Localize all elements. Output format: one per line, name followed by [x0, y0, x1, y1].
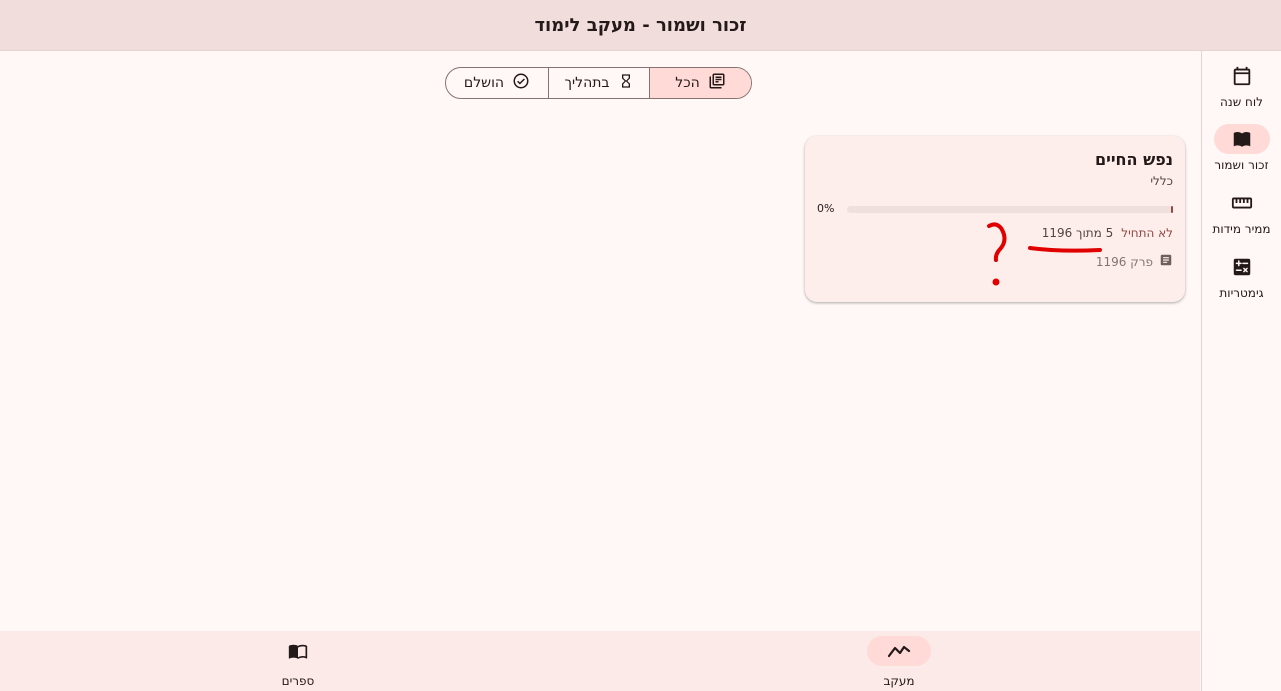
bottom-nav-label: מעקב	[883, 674, 915, 688]
progress-percent: 0%	[817, 202, 835, 215]
chapters-count: 1196 פרק	[1095, 254, 1153, 269]
rail-item-label: גימטריות	[1219, 286, 1264, 300]
status-text: לא התחיל	[1121, 226, 1173, 240]
filter-all-button[interactable]: הכל	[650, 68, 751, 98]
rail-item-unit-converter[interactable]: ממיר מידות	[1202, 188, 1281, 236]
progress-bar	[847, 206, 1173, 213]
filter-segmented-button: הכל בתהליך הושלם	[445, 67, 752, 99]
article-icon	[1159, 253, 1173, 270]
hourglass-icon	[618, 72, 634, 94]
rail-item-calendar[interactable]: לוח שנה	[1202, 61, 1281, 109]
menu-book-icon	[266, 636, 330, 666]
rail-item-label: זכור ושמור	[1214, 158, 1269, 172]
calculator-icon	[1214, 252, 1270, 282]
calendar-icon	[1214, 61, 1270, 91]
rail-item-zachor-veshamor[interactable]: זכור ושמור	[1202, 124, 1281, 172]
filter-in-progress-button[interactable]: בתהליך	[549, 68, 650, 98]
filter-all-label: הכל	[675, 75, 700, 91]
chapters-row: 1196 פרק	[1096, 253, 1173, 270]
navigation-rail: לוח שנה זכור ושמור ממיר מידות גימטריות	[1201, 51, 1281, 691]
book-card[interactable]: נפש החיים כללי 0% 5 מתוך 1196 לא התחיל 1…	[805, 136, 1185, 302]
ruler-icon	[1214, 188, 1270, 218]
filter-in-progress-label: בתהליך	[564, 75, 610, 91]
progress-fill	[1171, 206, 1173, 213]
progress-count-row: 5 מתוך 1196 לא התחיל	[1042, 226, 1173, 240]
app-bar: זכור ושמור - מעקב לימוד	[0, 0, 1281, 51]
rail-item-gematria[interactable]: גימטריות	[1202, 252, 1281, 300]
library-books-icon	[708, 72, 726, 94]
filter-completed-button[interactable]: הושלם	[446, 68, 549, 98]
check-circle-icon	[512, 72, 530, 94]
trending-icon	[867, 636, 931, 666]
bottom-nav-books[interactable]: ספרים	[248, 636, 348, 688]
progress-count: 5 מתוך 1196	[1041, 226, 1114, 240]
app-title: זכור ושמור - מעקב לימוד	[534, 14, 747, 36]
main-content: הכל בתהליך הושלם נפש החיים כללי 0% 5 מתו…	[0, 51, 1200, 631]
bottom-nav-tracking[interactable]: מעקב	[849, 636, 949, 688]
rail-item-label: לוח שנה	[1220, 95, 1263, 109]
bottom-navigation: מעקב ספרים	[0, 631, 1200, 691]
book-category: כללי	[1150, 174, 1173, 188]
filter-completed-label: הושלם	[463, 75, 505, 91]
bottom-nav-label: ספרים	[281, 674, 315, 688]
book-title: נפש החיים	[1094, 150, 1173, 169]
book-icon	[1213, 124, 1270, 154]
rail-item-label: ממיר מידות	[1212, 222, 1271, 236]
